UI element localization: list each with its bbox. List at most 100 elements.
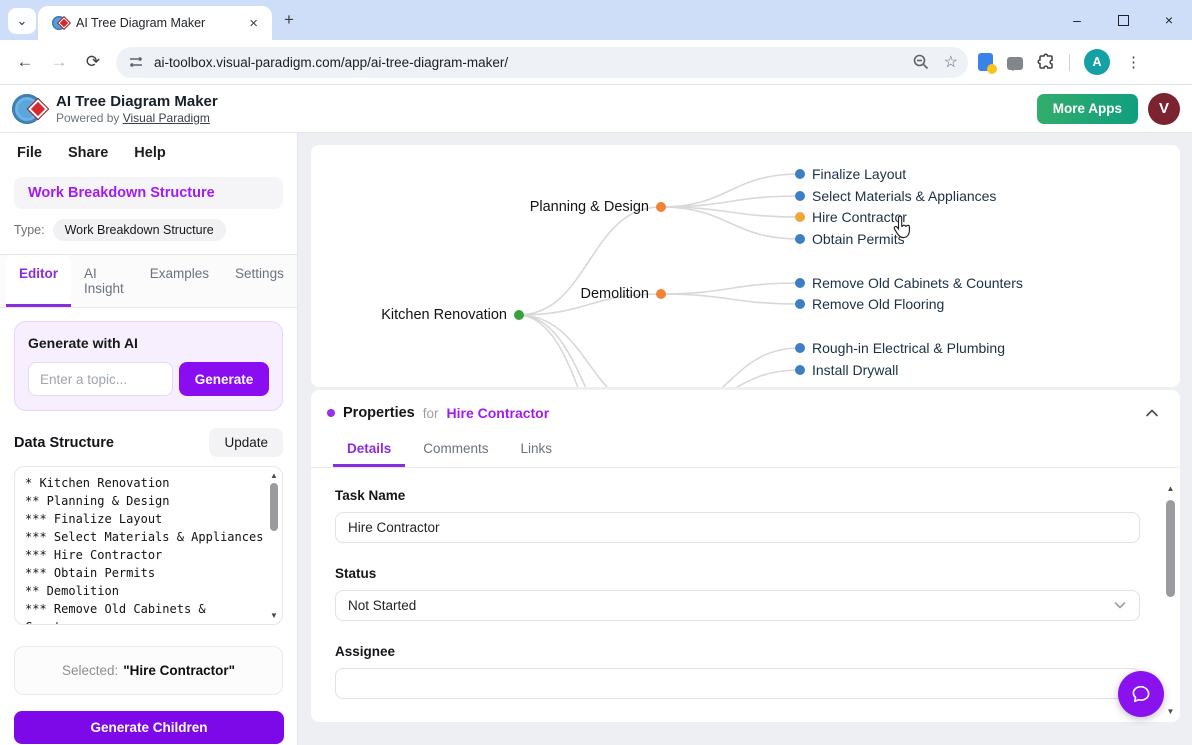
reading-list-icon[interactable] — [978, 53, 993, 71]
properties-title: Properties — [343, 405, 415, 421]
tab-editor[interactable]: Editor — [6, 255, 71, 307]
task-name-field[interactable] — [335, 512, 1140, 543]
tab-details[interactable]: Details — [333, 432, 405, 467]
scrollbar-thumb[interactable] — [1166, 500, 1175, 597]
scroll-down-icon[interactable]: ▼ — [1164, 707, 1177, 716]
menu-file[interactable]: File — [17, 145, 42, 165]
type-value-pill: Work Breakdown Structure — [53, 219, 226, 241]
bookmark-star-icon[interactable]: ☆ — [944, 52, 958, 72]
favicon-icon — [52, 15, 68, 31]
maximize-icon — [1118, 15, 1129, 26]
task-name-label: Task Name — [335, 488, 1140, 503]
tree-node-leaf[interactable]: Obtain Permits — [795, 229, 905, 249]
assignee-field[interactable] — [335, 668, 1140, 699]
node-dot-icon[interactable] — [795, 191, 805, 201]
comment-extension-icon[interactable] — [1007, 57, 1023, 70]
tree-node-leaf[interactable]: Rough-in Electrical & Plumbing — [795, 338, 1005, 358]
collapse-panel-icon[interactable] — [1144, 407, 1160, 419]
data-structure-editor[interactable]: * Kitchen Renovation ** Planning & Desig… — [14, 466, 283, 625]
tab-comments[interactable]: Comments — [409, 432, 502, 467]
node-dot-icon[interactable] — [795, 212, 805, 222]
tab-close-icon[interactable]: × — [245, 15, 262, 32]
app-header: AI Tree Diagram Maker Powered by Visual … — [0, 85, 1192, 133]
tree-node-leaf[interactable]: Select Materials & Appliances — [795, 186, 996, 206]
tree-diagram-canvas[interactable]: Kitchen Renovation Planning & Design Dem… — [311, 145, 1180, 387]
generate-children-button[interactable]: Generate Children — [14, 711, 284, 744]
more-apps-button[interactable]: More Apps — [1037, 94, 1138, 124]
site-info-icon[interactable] — [128, 54, 144, 70]
scroll-up-icon[interactable]: ▲ — [1164, 484, 1177, 493]
chevron-down-icon — [1113, 599, 1127, 611]
menu-share[interactable]: Share — [68, 145, 108, 165]
properties-scrollbar[interactable]: ▲ ▼ — [1164, 482, 1177, 718]
topic-input[interactable] — [28, 362, 173, 396]
menu-help[interactable]: Help — [134, 145, 165, 165]
node-dot-icon[interactable] — [795, 234, 805, 244]
browser-profile-avatar[interactable]: A — [1084, 49, 1110, 75]
tree-node-branch[interactable]: Demolition — [581, 284, 667, 304]
document-title[interactable]: Work Breakdown Structure — [14, 177, 283, 209]
browser-tab[interactable]: AI Tree Diagram Maker × — [38, 6, 272, 40]
tab-ai-insight[interactable]: AI Insight — [71, 255, 137, 307]
tree-node-leaf[interactable]: Finalize Layout — [795, 164, 906, 184]
assignee-label: Assignee — [335, 644, 1140, 659]
node-dot-icon[interactable] — [795, 169, 805, 179]
properties-for-label: for — [423, 406, 439, 421]
close-window-button[interactable]: × — [1146, 0, 1192, 40]
node-label: Remove Old Flooring — [812, 294, 944, 314]
url-text[interactable]: ai-toolbox.visual-paradigm.com/app/ai-tr… — [154, 55, 912, 70]
tree-node-branch[interactable]: Planning & Design — [530, 197, 666, 217]
app-title: AI Tree Diagram Maker — [56, 93, 218, 110]
properties-target: Hire Contractor — [447, 405, 550, 421]
status-dropdown[interactable] — [335, 590, 1140, 621]
node-dot-icon[interactable] — [795, 299, 805, 309]
tab-links[interactable]: Links — [507, 432, 567, 467]
address-bar[interactable]: ai-toolbox.visual-paradigm.com/app/ai-tr… — [116, 47, 968, 78]
node-dot-icon[interactable] — [656, 202, 666, 212]
tab-search-button[interactable]: ⌄ — [8, 8, 36, 34]
data-structure-scrollbar[interactable]: ▲ ▼ — [268, 469, 280, 622]
reload-button[interactable]: ⟳ — [76, 52, 110, 72]
back-button[interactable]: ← — [8, 52, 42, 72]
sidebar-tabs: Editor AI Insight Examples Settings — [0, 255, 297, 308]
new-tab-button[interactable]: + — [284, 10, 294, 30]
tab-examples[interactable]: Examples — [137, 255, 222, 307]
user-avatar[interactable]: V — [1148, 93, 1180, 125]
maximize-button[interactable] — [1100, 0, 1146, 40]
tab-settings[interactable]: Settings — [222, 255, 297, 307]
extensions-puzzle-icon[interactable] — [1037, 53, 1055, 71]
properties-bullet-icon — [327, 409, 335, 417]
chat-fab-button[interactable] — [1118, 671, 1164, 717]
tree-edges — [311, 145, 1180, 387]
zoom-out-icon[interactable] — [912, 53, 930, 71]
browser-menu-icon[interactable]: ⋮ — [1124, 53, 1153, 71]
selected-value: "Hire Contractor" — [123, 663, 235, 678]
extensions-area: A ⋮ — [978, 49, 1153, 75]
node-dot-icon[interactable] — [656, 289, 666, 299]
browser-titlebar: ⌄ AI Tree Diagram Maker × + – × — [0, 0, 1192, 40]
generate-button[interactable]: Generate — [179, 362, 269, 396]
browser-toolbar: ← → ⟳ ai-toolbox.visual-paradigm.com/app… — [0, 40, 1192, 85]
properties-tabs: Details Comments Links — [311, 432, 1180, 468]
node-label: Rough-in Electrical & Plumbing — [812, 338, 1005, 358]
node-label: Demolition — [581, 284, 650, 304]
node-dot-icon[interactable] — [795, 343, 805, 353]
generate-with-ai-panel: Generate with AI Generate — [14, 321, 283, 411]
node-label: Planning & Design — [530, 197, 649, 217]
data-structure-text[interactable]: * Kitchen Renovation ** Planning & Desig… — [15, 467, 282, 625]
tree-node-leaf[interactable]: Install Drywall — [795, 360, 898, 380]
node-dot-icon[interactable] — [795, 365, 805, 375]
tree-node-leaf[interactable]: Remove Old Flooring — [795, 294, 944, 314]
tree-node-root[interactable]: Kitchen Renovation — [381, 305, 524, 325]
scroll-down-icon[interactable]: ▼ — [268, 611, 280, 620]
tree-node-leaf[interactable]: Remove Old Cabinets & Counters — [795, 273, 1023, 293]
minimize-button[interactable]: – — [1054, 0, 1100, 40]
tree-node-leaf-selected[interactable]: Hire Contractor — [795, 207, 907, 227]
scroll-up-icon[interactable]: ▲ — [268, 471, 280, 480]
scrollbar-thumb[interactable] — [270, 483, 278, 531]
visual-paradigm-link[interactable]: Visual Paradigm — [123, 111, 210, 125]
forward-button[interactable]: → — [42, 52, 76, 72]
node-dot-icon[interactable] — [514, 310, 524, 320]
update-button[interactable]: Update — [209, 428, 283, 457]
node-dot-icon[interactable] — [795, 278, 805, 288]
